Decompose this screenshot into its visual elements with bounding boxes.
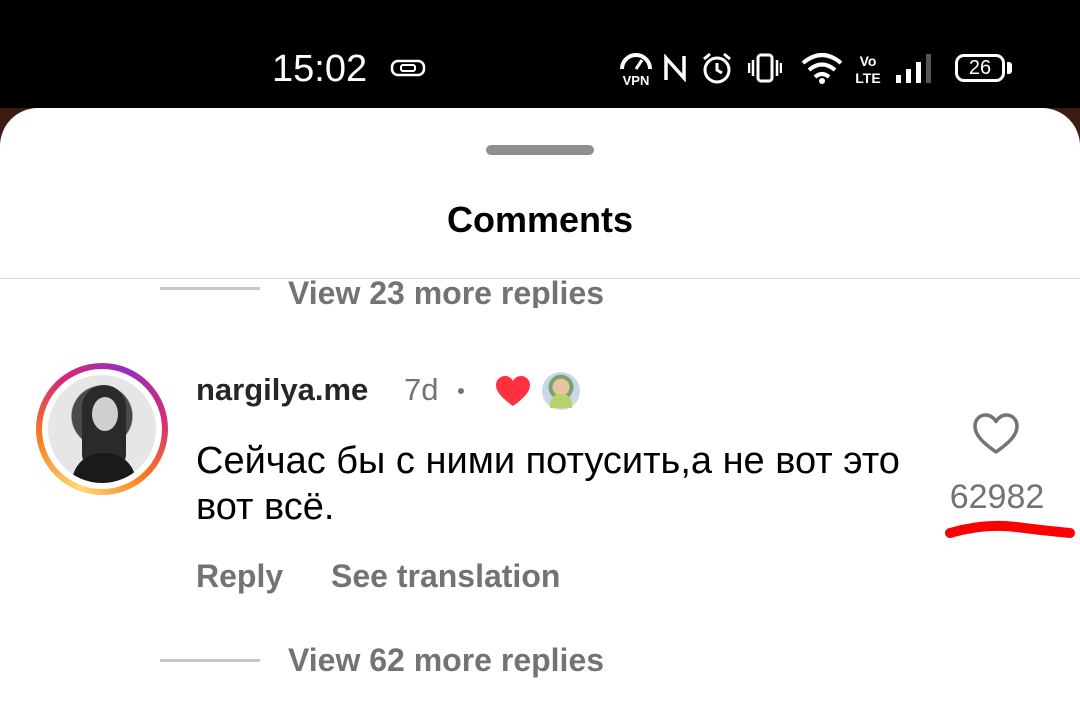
like-heart-icon[interactable] [972,412,1020,456]
view-replies-below[interactable]: View 62 more replies [160,639,604,681]
svg-text:Vo: Vo [860,53,877,69]
wifi-icon [800,48,844,88]
heart-icon [494,374,532,408]
reply-button[interactable]: Reply [196,556,283,596]
cast-icon [390,48,426,88]
battery-icon: 26 [955,54,1005,82]
avatar-face [92,397,118,431]
see-translation-button[interactable]: See translation [331,556,560,596]
comment-username[interactable]: nargilya.me [196,370,368,410]
annotation-underline [944,518,1076,548]
vibrate-icon [748,48,782,88]
comment-text: Сейчас бы с ними потусить,а не вот это в… [196,440,900,528]
clock: 15:02 [272,48,368,90]
like-count: 62982 [949,478,1045,516]
sheet-title: Comments [446,199,634,240]
signal-icon [894,48,936,88]
status-bar: 15:02 VPN Vo LTE 26 [0,0,1080,108]
alarm-icon [700,48,734,88]
avatar[interactable] [36,363,168,495]
avatar-photo [48,375,156,483]
svg-text:VPN: VPN [623,73,650,87]
svg-text:LTE: LTE [855,70,880,85]
drag-handle[interactable] [486,145,594,155]
comments-sheet: Comments View 23 more replies nargilya.m… [0,108,1080,708]
nfc-icon [662,48,688,88]
view-replies-label: View 23 more replies [288,274,605,309]
replies-line [160,286,260,290]
separator-dot [458,388,464,394]
view-replies-label: View 62 more replies [288,641,605,678]
creator-avatar [542,372,580,410]
header-divider [0,278,1080,279]
view-replies-above[interactable]: View 23 more replies [160,268,760,308]
replies-line [160,658,260,662]
vpn-icon: VPN [618,48,654,88]
comment-age: 7d [404,372,439,407]
battery-cap [1007,62,1012,74]
volte-icon: Vo LTE [854,48,882,88]
avatar-ring-gap [42,369,162,489]
